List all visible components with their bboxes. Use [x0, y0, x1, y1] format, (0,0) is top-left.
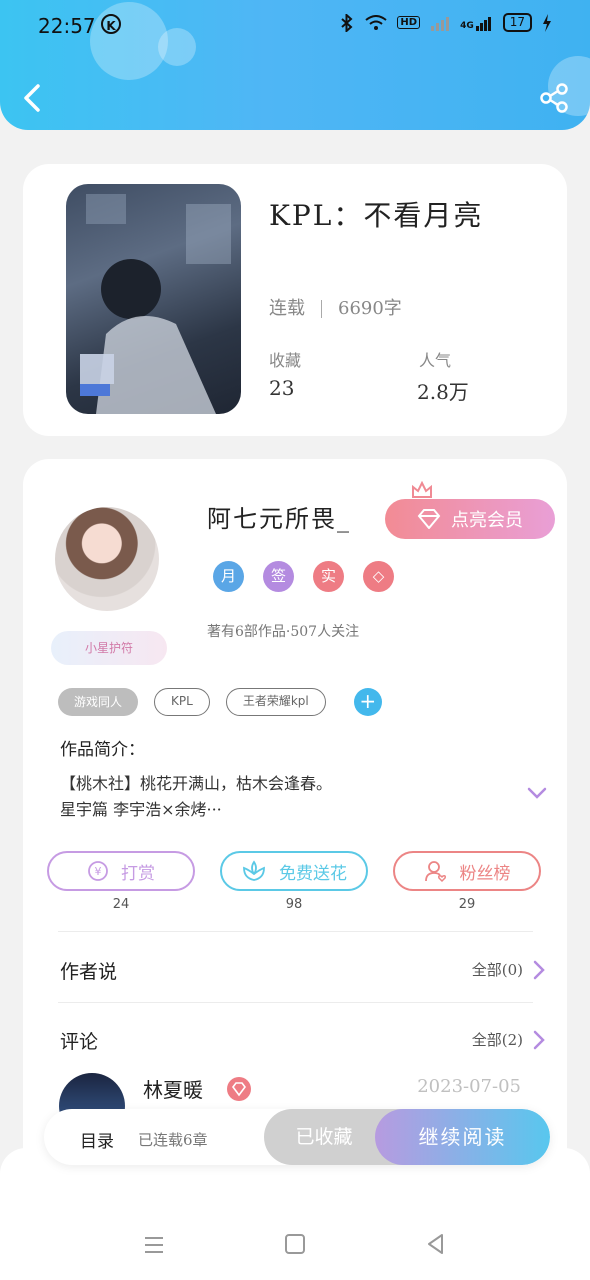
separator: [321, 300, 322, 318]
book-cover[interactable]: [66, 184, 241, 414]
k-icon: K: [101, 14, 121, 34]
intro-text: 【桃木社】桃花开满山，枯木会逢春。 星宇篇 李宇浩×余烤···: [60, 771, 500, 823]
system-nav-bar: [0, 1218, 590, 1270]
svg-text:¥: ¥: [95, 865, 102, 878]
reading-bar: 目录 已连载6章 已收藏 继续阅读: [44, 1109, 550, 1165]
tip-button[interactable]: ¥ 打赏: [47, 851, 195, 891]
crown-icon: [412, 481, 432, 498]
intro-line: 星宇篇 李宇浩×余烤···: [60, 800, 222, 819]
author-name[interactable]: 阿七元所畏_: [207, 499, 351, 534]
continue-reading-button[interactable]: 继续阅读: [375, 1109, 550, 1165]
vip-button-label: 点亮会员: [451, 510, 523, 531]
send-flower-button[interactable]: 免费送花: [220, 851, 368, 891]
chevron-down-icon[interactable]: [526, 785, 548, 801]
intro-title: 作品简介：: [60, 740, 145, 760]
favorites-label: 收藏: [269, 351, 302, 370]
charging-icon: [543, 13, 551, 32]
signal-4g-icon: 4G: [460, 15, 493, 31]
wifi-icon: [365, 14, 388, 30]
vip-button[interactable]: 点亮会员: [385, 499, 555, 539]
header: 22:57 K HD 4G 17: [0, 0, 590, 130]
comment-date: 2023-07-05: [417, 1076, 521, 1097]
back-triangle-icon[interactable]: [424, 1232, 448, 1256]
chevron-left-icon: [24, 84, 40, 112]
fan-user-icon: [424, 861, 446, 883]
divider: [58, 1002, 533, 1003]
word-count: 6690字: [338, 298, 402, 319]
book-title: KPL：不看月亮: [269, 199, 484, 232]
author-says-all-link[interactable]: 全部(0): [472, 959, 545, 980]
book-meta: 连载 6690字: [269, 294, 402, 320]
send-flower-label: 免费送花: [279, 863, 347, 884]
divider: [58, 931, 533, 932]
status-bar: 22:57 K HD 4G 17: [0, 0, 590, 52]
tip-label: 打赏: [121, 863, 155, 884]
chevron-right-icon: [533, 1030, 545, 1049]
status-time: 22:57: [38, 14, 96, 38]
fan-count: 29: [458, 897, 476, 912]
chevron-right-icon: [533, 960, 545, 979]
tag-item[interactable]: 王者荣耀kpl: [225, 688, 326, 716]
tag-item[interactable]: KPL: [154, 688, 210, 716]
author-avatar[interactable]: [55, 507, 159, 611]
bluetooth-icon: [341, 13, 353, 32]
hd-icon: HD: [397, 16, 421, 29]
menu-icon[interactable]: [143, 1234, 165, 1256]
favorites-value: 23: [269, 376, 295, 400]
home-icon[interactable]: [285, 1234, 305, 1254]
author-says-title: 作者说: [60, 961, 118, 983]
share-button[interactable]: [538, 82, 570, 114]
add-tag-button[interactable]: +: [353, 688, 382, 716]
fan-ranking-label: 粉丝榜: [459, 863, 511, 884]
tag-list: 游戏同人 KPL 王者荣耀kpl +: [58, 688, 382, 716]
signal-icon: [431, 16, 450, 31]
month-badge[interactable]: 月: [213, 561, 244, 592]
verified-badge[interactable]: 实: [313, 561, 344, 592]
signed-badge[interactable]: 签: [263, 561, 294, 592]
intro-line: 【桃木社】桃花开满山，枯木会逢春。: [60, 774, 333, 793]
tag-item[interactable]: 游戏同人: [58, 688, 139, 716]
book-status: 连载: [269, 298, 305, 319]
book-info-card: KPL：不看月亮 连载 6690字 收藏 23 人气 2.8万: [23, 164, 567, 436]
chapter-count: 已连载6章: [138, 1131, 208, 1149]
yen-coin-icon: ¥: [88, 861, 108, 881]
collected-label: 已收藏: [295, 1126, 353, 1148]
popularity-value: 2.8万: [417, 380, 469, 404]
author-works-info: 著有6部作品·507人关注: [207, 624, 360, 640]
network-type: 4G: [460, 20, 474, 31]
comments-all-label: 全部(2): [471, 1031, 523, 1049]
signal-bars-icon: [475, 16, 491, 31]
back-button[interactable]: [18, 80, 48, 116]
vip-diamond-badge[interactable]: ◇: [363, 561, 394, 592]
fan-ranking-button[interactable]: 粉丝榜: [393, 851, 541, 891]
comments-title: 评论: [60, 1031, 99, 1053]
comments-all-link[interactable]: 全部(2): [472, 1029, 545, 1050]
share-icon: [540, 83, 568, 113]
popularity-label: 人气: [419, 351, 452, 370]
flower-icon: [243, 860, 265, 881]
toc-button[interactable]: 目录: [80, 1127, 114, 1152]
author-badges: 月 签 实 ◇: [213, 561, 394, 592]
diamond-icon: [417, 509, 441, 529]
flower-count: 98: [285, 897, 303, 912]
tip-count: 24: [112, 897, 130, 912]
battery-icon: 17: [502, 13, 532, 32]
cover-art-image: [80, 194, 231, 414]
author-says-all-label: 全部(0): [471, 961, 523, 979]
commenter-name[interactable]: 林夏暖: [143, 1074, 203, 1103]
vip-diamond-icon: [227, 1077, 251, 1101]
guard-badge[interactable]: 小星护符: [51, 631, 167, 665]
status-icons: HD 4G 17: [339, 13, 552, 32]
